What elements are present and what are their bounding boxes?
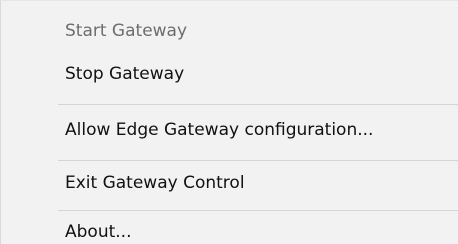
context-menu: Start Gateway Stop Gateway Allow Edge Ga… [0, 0, 458, 244]
menu-item-about[interactable]: About... [1, 214, 458, 244]
menu-item-start-gateway: Start Gateway [1, 11, 458, 51]
menu-item-stop-gateway[interactable]: Stop Gateway [1, 54, 458, 94]
menu-item-label: Stop Gateway [65, 64, 185, 84]
menu-separator [58, 210, 458, 211]
menu-item-allow-edge-gateway-configuration[interactable]: Allow Edge Gateway configuration... [1, 108, 458, 152]
menu-item-exit-gateway-control[interactable]: Exit Gateway Control [1, 163, 458, 203]
menu-item-label: Allow Edge Gateway configuration... [65, 120, 374, 140]
menu-separator [58, 160, 458, 161]
menu-item-label: Start Gateway [65, 21, 188, 41]
menu-separator [58, 104, 458, 105]
menu-item-label: About... [65, 222, 132, 242]
menu-item-label: Exit Gateway Control [65, 173, 245, 193]
